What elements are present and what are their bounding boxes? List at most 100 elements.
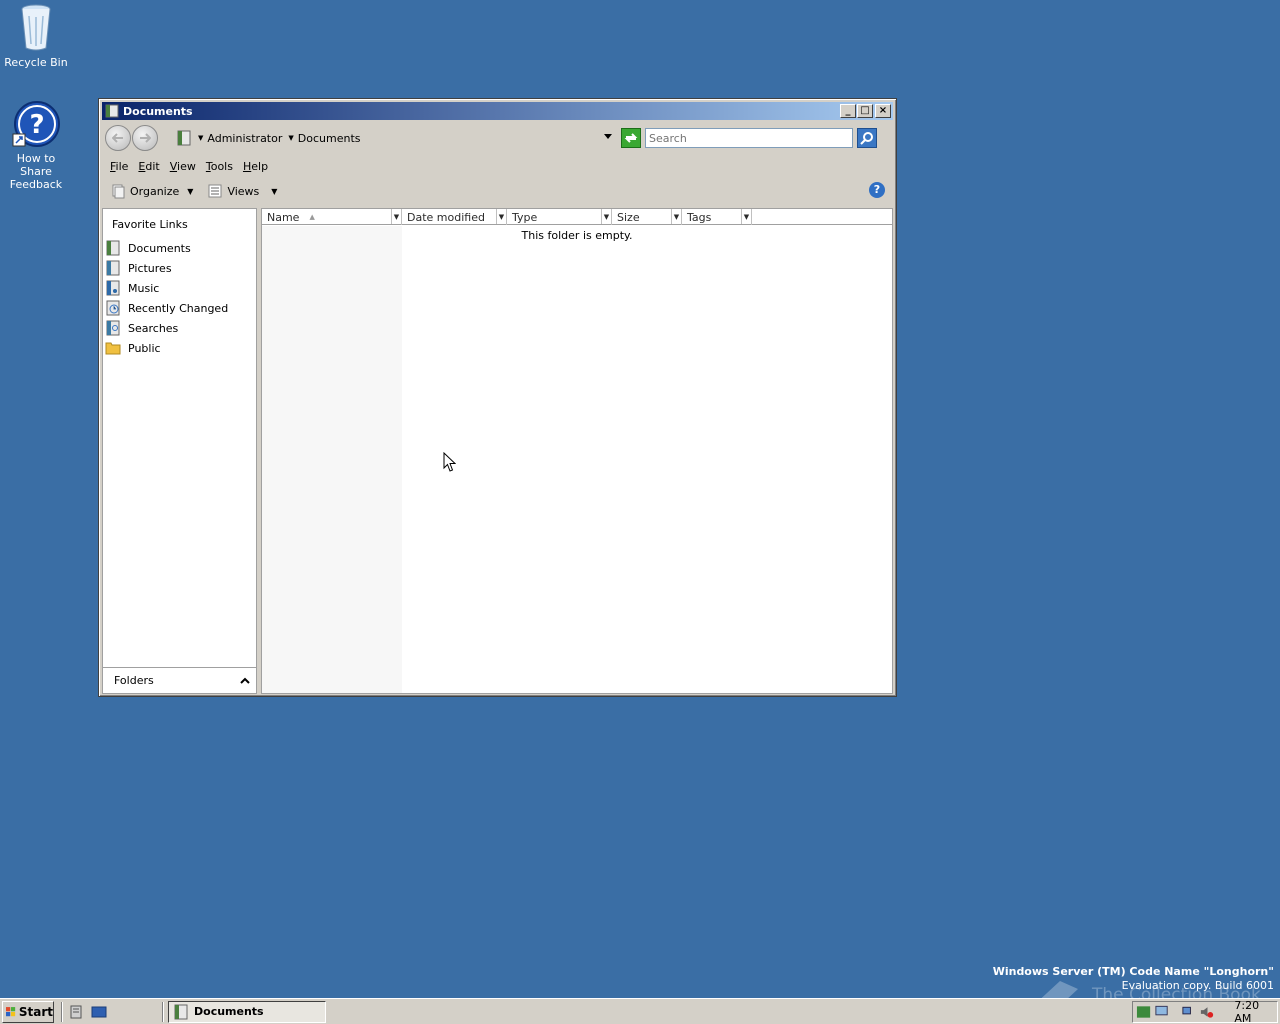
documents-folder-icon: [106, 240, 120, 256]
menu-edit[interactable]: Edit: [138, 160, 159, 173]
nav-link-searches[interactable]: Searches: [105, 318, 255, 338]
breadcrumb-separator-icon[interactable]: ▼: [198, 134, 203, 142]
organize-icon: [112, 184, 125, 199]
start-label: Start: [18, 1004, 53, 1019]
close-icon: ×: [878, 105, 888, 116]
mouse-pointer-icon: [443, 452, 456, 472]
search-input[interactable]: [645, 128, 853, 148]
menu-help-label: elp: [251, 159, 269, 173]
recycle-bin-desktop-icon[interactable]: Recycle Bin: [0, 2, 72, 69]
command-bar: Organize ▼ Views ▼ ?: [102, 179, 893, 203]
column-type-label: Type: [512, 210, 538, 224]
breadcrumb-documents[interactable]: Documents: [298, 132, 361, 145]
title-bar[interactable]: Documents _ □ ×: [102, 102, 893, 120]
nav-link-label: Recently Changed: [128, 301, 229, 315]
menu-bar: File Edit View Tools Help: [102, 156, 893, 176]
window-title: Documents: [123, 104, 193, 118]
views-icon: [208, 184, 222, 198]
refresh-button[interactable]: [621, 128, 641, 148]
views-button[interactable]: Views ▼: [207, 183, 277, 199]
recently-changed-icon: [106, 300, 120, 316]
nav-link-music[interactable]: Music: [105, 278, 255, 298]
address-dropdown-icon[interactable]: [604, 134, 612, 139]
folders-toggle[interactable]: Folders: [103, 667, 256, 693]
organize-label: Organize: [130, 184, 180, 198]
column-header-date-modified[interactable]: Date modified ▼: [402, 209, 507, 225]
clock[interactable]: 7:20 AM: [1234, 999, 1277, 1024]
nav-link-label: Pictures: [128, 261, 172, 275]
computer-icon[interactable]: [1154, 1005, 1169, 1019]
forward-button[interactable]: [132, 125, 158, 151]
sorted-column-highlight: [262, 226, 402, 693]
column-headers: Name ▲ ▼ Date modified ▼ Type ▼ Size ▼ T…: [262, 209, 892, 225]
menu-file[interactable]: File: [110, 160, 128, 173]
column-header-name[interactable]: Name ▲ ▼: [262, 209, 402, 225]
nav-link-public[interactable]: Public: [105, 338, 255, 358]
documents-window: Documents _ □ × ▼ Administrator ▼ Docume…: [98, 98, 897, 697]
how-to-share-feedback-label: How to Share Feedback: [9, 152, 63, 191]
menu-help-accel: H: [242, 159, 252, 173]
show-desktop-icon[interactable]: [91, 1004, 107, 1020]
taskbar: Start Documents 7:20 AM: [0, 998, 1280, 1024]
searches-folder-icon: [106, 320, 120, 336]
start-button[interactable]: Start: [2, 1000, 54, 1023]
search-button[interactable]: [857, 128, 877, 148]
column-name-label: Name: [267, 210, 300, 224]
nav-link-documents[interactable]: Documents: [105, 238, 255, 258]
sort-ascending-icon: ▲: [309, 213, 315, 221]
menu-tools[interactable]: Tools: [206, 160, 233, 173]
menu-edit-label: dit: [145, 159, 160, 173]
navigation-bar: ▼ Administrator ▼ Documents: [102, 122, 893, 154]
folders-label: Folders: [114, 674, 154, 687]
volume-muted-icon[interactable]: [1199, 1005, 1214, 1019]
column-header-type[interactable]: Type ▼: [507, 209, 612, 225]
security-shield-icon[interactable]: [1136, 1005, 1151, 1019]
column-dropdown-icon[interactable]: ▼: [496, 209, 506, 224]
help-button-icon[interactable]: ?: [869, 182, 885, 198]
public-folder-icon: [105, 342, 121, 355]
column-dropdown-icon[interactable]: ▼: [671, 209, 681, 224]
network-icon[interactable]: [1181, 1005, 1196, 1019]
nav-link-label: Music: [128, 281, 160, 295]
minimize-button[interactable]: _: [840, 104, 856, 118]
column-size-label: Size: [617, 210, 640, 224]
maximize-button[interactable]: □: [857, 104, 873, 118]
chevron-up-icon: [240, 677, 250, 684]
nav-link-pictures[interactable]: Pictures: [105, 258, 255, 278]
forward-arrow-icon: [140, 133, 151, 143]
minimize-icon: _: [845, 105, 851, 116]
documents-folder-icon: [177, 130, 191, 146]
file-list-area[interactable]: Name ▲ ▼ Date modified ▼ Type ▼ Size ▼ T…: [261, 208, 893, 694]
menu-view[interactable]: View: [170, 160, 196, 173]
how-to-share-feedback-desktop-icon[interactable]: ? How to Share Feedback: [0, 100, 72, 191]
taskbar-separator: [162, 1001, 164, 1022]
menu-view-label: iew: [177, 159, 196, 173]
svg-text:?: ?: [29, 110, 44, 140]
menu-help[interactable]: Help: [243, 160, 268, 173]
server-manager-icon[interactable]: [69, 1004, 85, 1020]
back-button[interactable]: [105, 125, 131, 151]
breadcrumb-separator-icon[interactable]: ▼: [288, 134, 293, 142]
column-dropdown-icon[interactable]: ▼: [391, 209, 401, 224]
column-dropdown-icon[interactable]: ▼: [601, 209, 611, 224]
nav-link-recently-changed[interactable]: Recently Changed: [105, 298, 255, 318]
column-header-size[interactable]: Size ▼: [612, 209, 682, 225]
recycle-bin-icon: [21, 4, 51, 51]
organize-dropdown-icon: ▼: [187, 186, 194, 196]
recycle-bin-label: Recycle Bin: [4, 56, 68, 69]
close-button[interactable]: ×: [875, 104, 891, 118]
pictures-folder-icon: [106, 260, 120, 276]
column-dropdown-icon[interactable]: ▼: [741, 209, 751, 224]
address-bar[interactable]: ▼ Administrator ▼ Documents: [174, 127, 618, 149]
help-icon: ?: [12, 101, 60, 147]
column-header-tags[interactable]: Tags ▼: [682, 209, 752, 225]
music-folder-icon: [106, 280, 120, 296]
breadcrumb-administrator[interactable]: Administrator: [207, 132, 282, 145]
empty-folder-message: This folder is empty.: [521, 229, 633, 242]
search-icon: [860, 132, 873, 145]
taskbar-button-documents[interactable]: Documents: [168, 1000, 326, 1023]
column-date-label: Date modified: [407, 210, 485, 224]
organize-button[interactable]: Organize ▼: [110, 183, 193, 199]
nav-link-label: Documents: [128, 241, 191, 255]
nav-link-label: Public: [128, 341, 161, 355]
